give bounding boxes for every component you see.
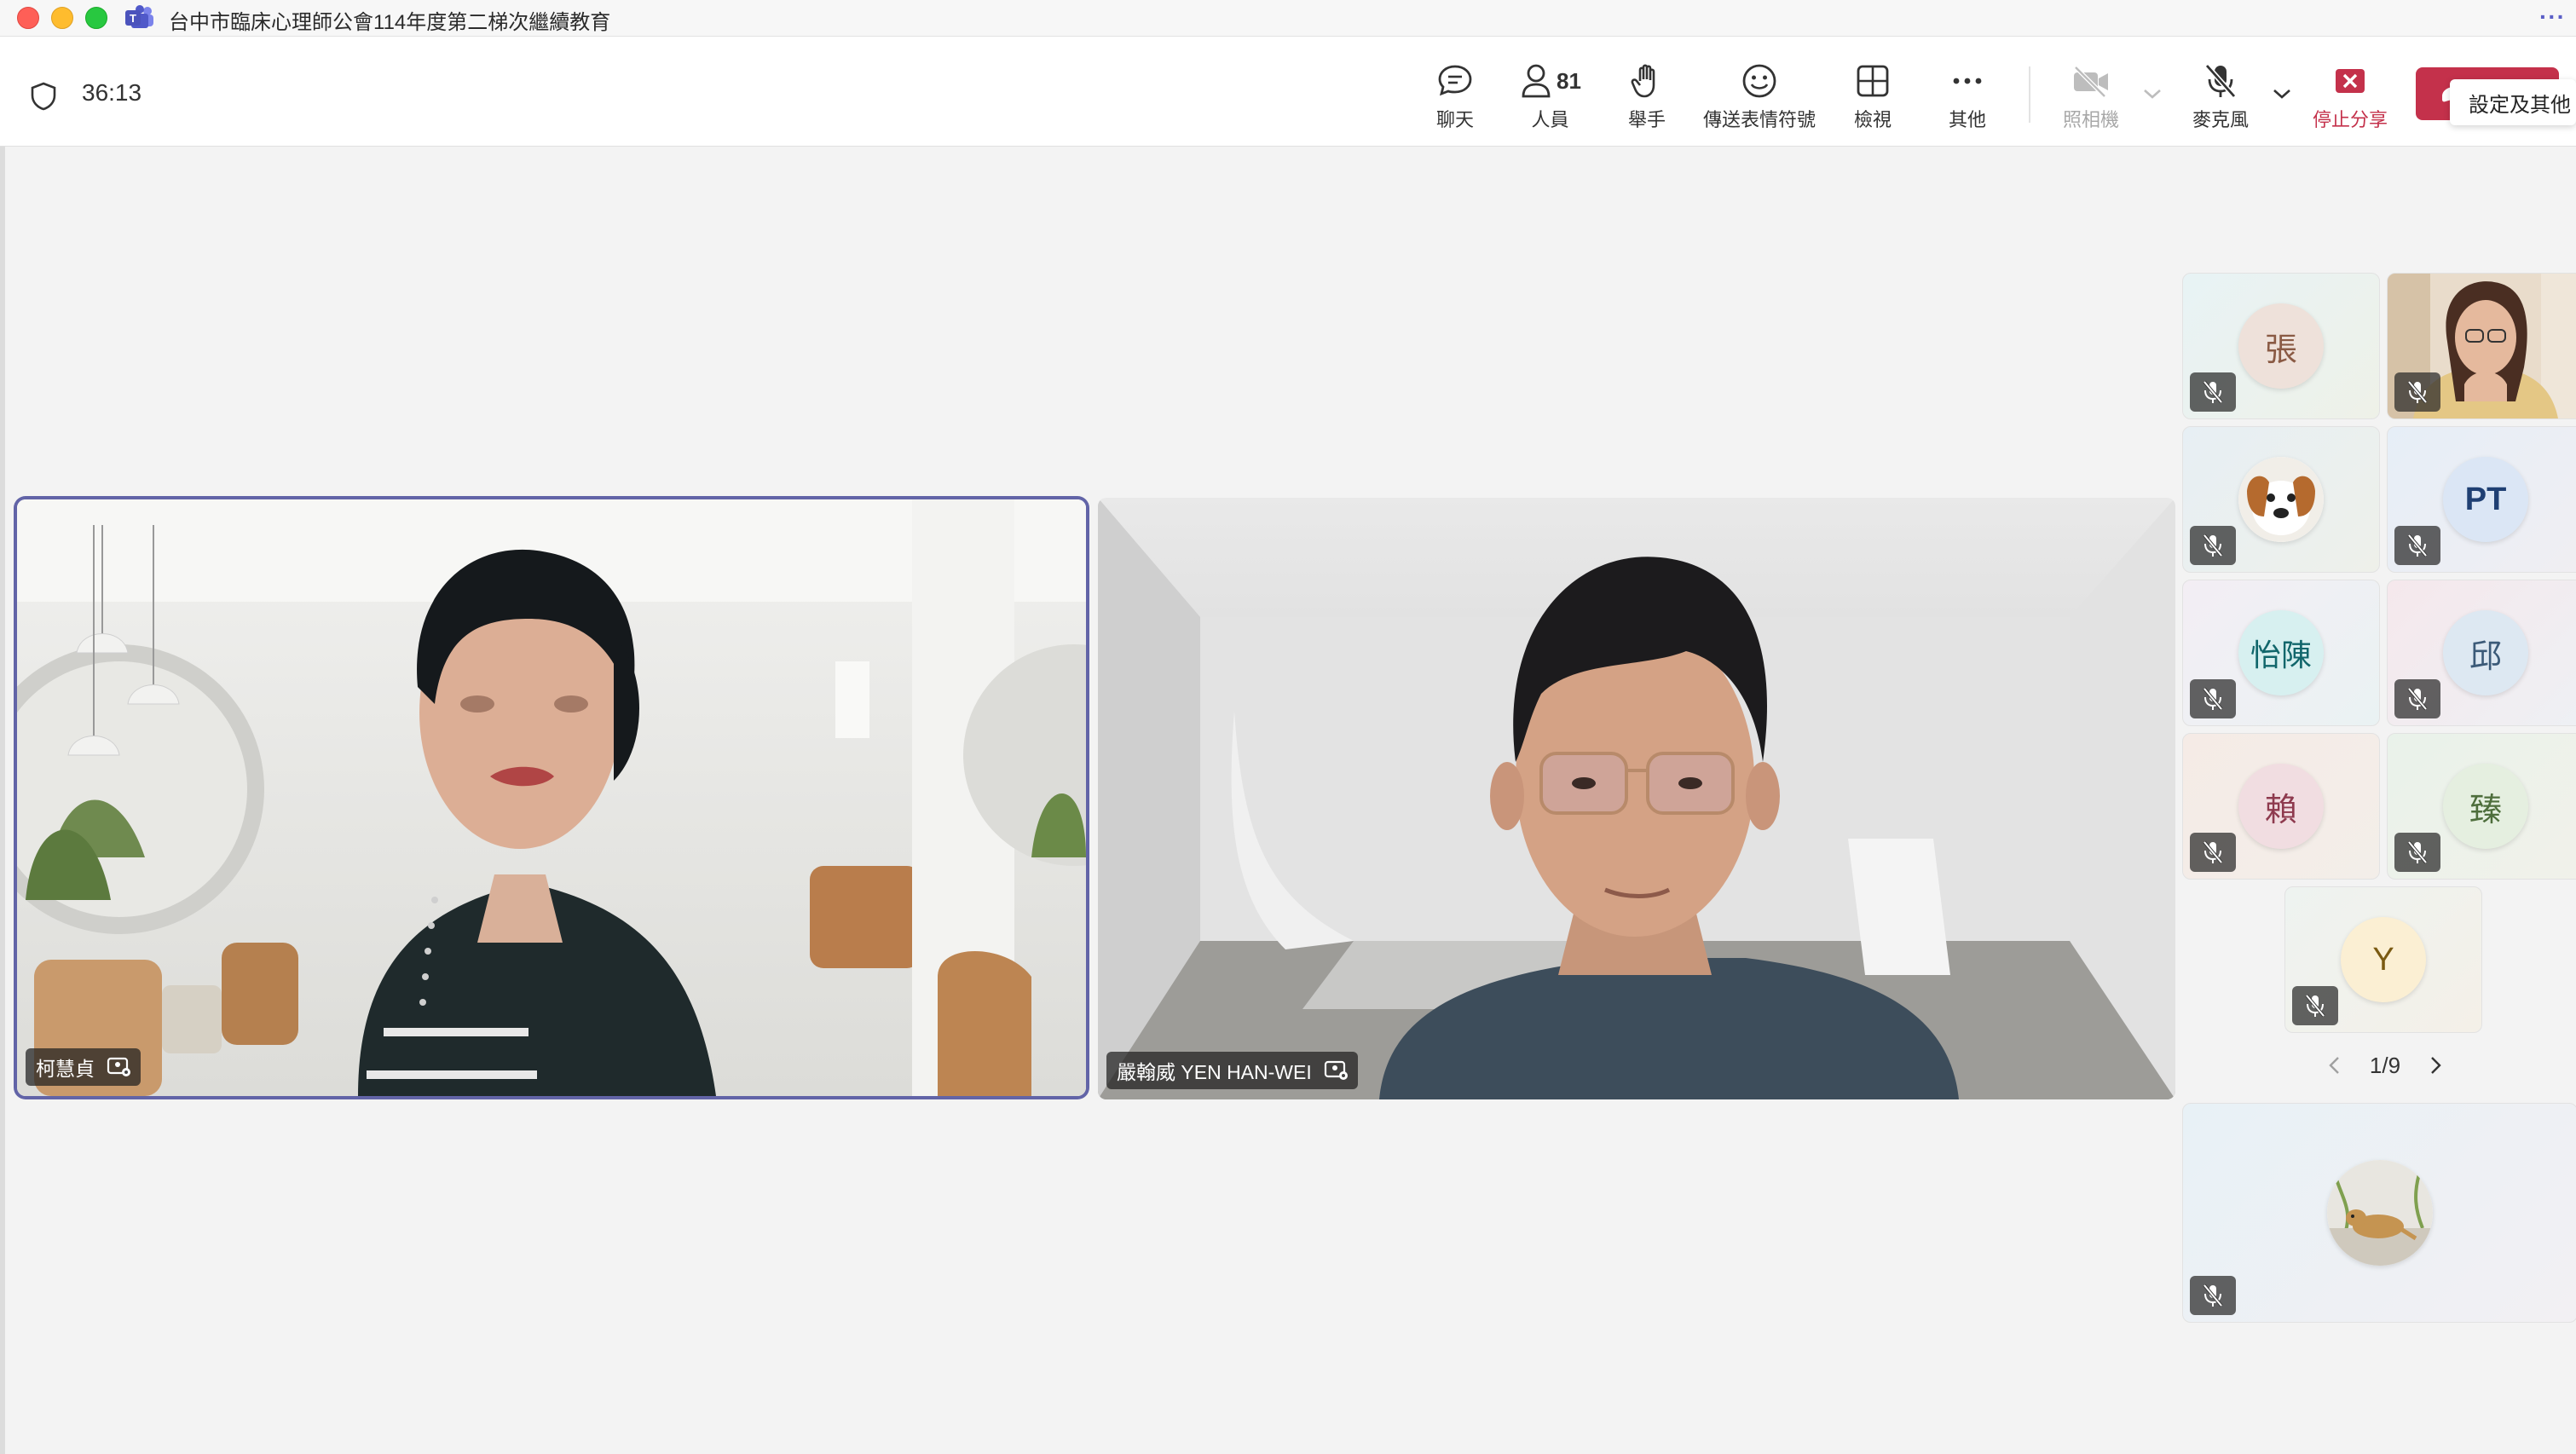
svg-text:T: T bbox=[130, 12, 136, 25]
people-label: 人員 bbox=[1531, 109, 1569, 130]
video-tile-participant[interactable]: 嚴翰威 YEN HAN-WEI bbox=[1098, 498, 2175, 1099]
chat-button[interactable]: 聊天 bbox=[1435, 62, 1475, 141]
roster-tile[interactable] bbox=[2387, 273, 2576, 419]
stop-share-icon bbox=[2336, 69, 2365, 93]
video-tile-speaker[interactable]: 柯慧貞 bbox=[17, 499, 1086, 1096]
avatar: PT bbox=[2443, 457, 2528, 542]
dog-avatar bbox=[2238, 457, 2324, 542]
chevron-right-icon[interactable] bbox=[2426, 1054, 2445, 1076]
roster-pager: 1/9 bbox=[2325, 1048, 2445, 1082]
chat-label: 聊天 bbox=[1435, 109, 1474, 130]
stop-share-button[interactable]: 停止分享 bbox=[2313, 62, 2388, 141]
emoji-icon bbox=[1742, 64, 1776, 98]
window-title: 台中市臨床心理師公會114年度第二梯次繼續教育 bbox=[169, 11, 611, 34]
avatar: 臻 bbox=[2443, 764, 2528, 849]
muted-mic-icon bbox=[2394, 372, 2440, 412]
more-icon bbox=[1953, 78, 1982, 84]
roster-tile[interactable]: 賴 bbox=[2182, 733, 2380, 880]
mic-button[interactable]: 麥克風 bbox=[2192, 62, 2249, 141]
participant-name: 嚴翰威 YEN HAN-WEI bbox=[1117, 1061, 1312, 1083]
roster-tile[interactable]: 張 bbox=[2182, 273, 2380, 419]
mic-label: 麥克風 bbox=[2192, 109, 2250, 130]
hand-icon bbox=[1631, 64, 1655, 98]
participant-video bbox=[1098, 498, 2175, 1099]
raise-hand-button[interactable]: 舉手 bbox=[1628, 62, 1666, 141]
avatar: 賴 bbox=[2238, 764, 2324, 849]
more-button[interactable]: 其他 bbox=[1949, 62, 1986, 141]
grid-view-icon bbox=[1857, 65, 1889, 97]
chevron-left-icon[interactable] bbox=[2325, 1054, 2344, 1076]
roster-tile[interactable]: Y bbox=[2284, 886, 2482, 1033]
people-icon bbox=[1522, 64, 1551, 98]
mic-off-icon bbox=[2204, 64, 2237, 98]
people-count: 81 bbox=[1557, 67, 1581, 94]
page-indicator: 1/9 bbox=[2369, 1052, 2401, 1078]
muted-mic-icon bbox=[2190, 526, 2236, 565]
minimize-window-button[interactable] bbox=[51, 7, 73, 29]
roster-tile[interactable]: PT bbox=[2387, 426, 2576, 573]
participant-name: 柯慧貞 bbox=[36, 1058, 95, 1080]
avatar: Y bbox=[2341, 917, 2426, 1002]
roster-tile[interactable]: 怡陳 bbox=[2182, 580, 2380, 726]
roster-tile[interactable] bbox=[2182, 426, 2380, 573]
camera-label: 照相機 bbox=[2063, 109, 2120, 130]
background-effect-icon bbox=[1324, 1060, 1348, 1080]
reactions-label: 傳送表情符號 bbox=[1703, 109, 1816, 130]
self-view-tile[interactable] bbox=[2182, 1103, 2576, 1323]
participant-nametag: 嚴翰威 YEN HAN-WEI bbox=[1106, 1052, 1358, 1089]
avatar: 怡陳 bbox=[2238, 610, 2324, 695]
self-avatar bbox=[2327, 1160, 2433, 1266]
chat-icon bbox=[1438, 65, 1472, 96]
camera-off-icon bbox=[2074, 66, 2108, 98]
meeting-timer: 36:13 bbox=[82, 79, 142, 106]
muted-mic-icon bbox=[2394, 526, 2440, 565]
reactions-button[interactable]: 傳送表情符號 bbox=[1703, 62, 1816, 141]
more-label: 其他 bbox=[1949, 109, 1987, 130]
muted-mic-icon bbox=[2190, 679, 2236, 718]
camera-button[interactable]: 照相機 bbox=[2063, 62, 2119, 141]
roster-tile[interactable]: 臻 bbox=[2387, 733, 2576, 880]
participant-nametag: 柯慧貞 bbox=[26, 1048, 141, 1086]
window-left-edge bbox=[0, 147, 5, 1454]
mic-options-chevron-down-icon[interactable] bbox=[2271, 86, 2293, 101]
stop-share-label: 停止分享 bbox=[2313, 109, 2388, 130]
muted-mic-icon bbox=[2394, 833, 2440, 872]
shield-icon[interactable] bbox=[29, 81, 58, 112]
more-options-icon[interactable]: ··· bbox=[2539, 3, 2566, 31]
background-effect-icon bbox=[107, 1057, 130, 1076]
view-button[interactable]: 檢視 bbox=[1854, 62, 1892, 141]
window-titlebar: T 台中市臨床心理師公會114年度第二梯次繼續教育 ··· bbox=[0, 0, 2576, 37]
participant-video bbox=[17, 499, 1086, 1096]
people-button[interactable]: 81 人員 bbox=[1519, 62, 1581, 141]
avatar: 張 bbox=[2238, 303, 2324, 389]
muted-mic-icon bbox=[2292, 986, 2338, 1025]
settings-tooltip: 設定及其他 bbox=[2450, 79, 2576, 125]
muted-mic-icon bbox=[2190, 372, 2236, 412]
view-label: 檢視 bbox=[1854, 109, 1892, 130]
avatar: 邱 bbox=[2443, 610, 2528, 695]
meeting-toolbar: 36:13 聊天 81 人員 舉手 傳送表情符號 檢視 其他 照相機 麥克風 停… bbox=[0, 37, 2576, 147]
teams-logo-icon: T bbox=[125, 5, 153, 28]
camera-options-chevron-down-icon[interactable] bbox=[2141, 86, 2163, 101]
roster-tile[interactable]: 邱 bbox=[2387, 580, 2576, 726]
muted-mic-icon bbox=[2190, 833, 2236, 872]
close-window-button[interactable] bbox=[17, 7, 39, 29]
toolbar-divider bbox=[2029, 66, 2030, 123]
raise-hand-label: 舉手 bbox=[1628, 109, 1666, 130]
muted-mic-icon bbox=[2190, 1276, 2236, 1315]
muted-mic-icon bbox=[2394, 679, 2440, 718]
zoom-window-button[interactable] bbox=[85, 7, 107, 29]
